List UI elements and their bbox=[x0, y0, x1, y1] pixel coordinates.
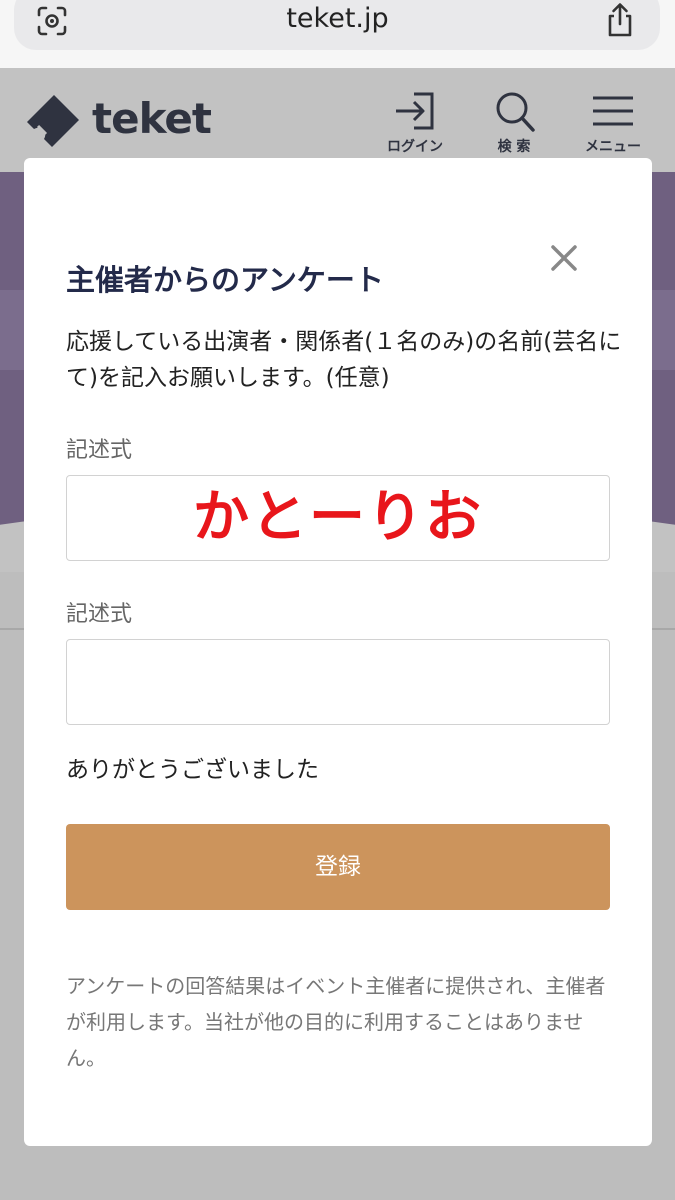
disclaimer-text: アンケートの回答結果はイベント主催者に提供され、主催者が利用します。当社が他の目… bbox=[66, 974, 606, 1070]
search-icon bbox=[496, 92, 535, 132]
brand-logo-text[interactable]: teket bbox=[92, 92, 212, 146]
survey-modal: 主催者からのアンケート 応援している出演者・関係者(１名のみ)の名前(芸名にて)… bbox=[24, 158, 652, 1146]
site-header: teket ログイン 検 索 メニュー bbox=[0, 68, 675, 172]
ticket-logo-icon[interactable] bbox=[24, 92, 82, 148]
modal-title: 主催者からのアンケート bbox=[66, 263, 384, 297]
login-icon bbox=[396, 92, 434, 130]
close-icon[interactable] bbox=[546, 240, 582, 276]
login-label: ログイン bbox=[387, 139, 443, 155]
login-button[interactable]: ログイン bbox=[380, 90, 450, 160]
field-label: 記述式 bbox=[66, 602, 133, 627]
answer-field-2[interactable] bbox=[66, 639, 610, 725]
url-text[interactable]: teket.jp bbox=[0, 0, 675, 40]
share-icon[interactable] bbox=[604, 2, 636, 38]
search-label: 検 索 bbox=[497, 139, 531, 155]
menu-icon bbox=[593, 96, 633, 126]
thanks-message: ありがとうございました bbox=[66, 757, 319, 783]
submit-button[interactable]: 登録 bbox=[66, 824, 610, 910]
menu-button[interactable]: メニュー bbox=[578, 90, 648, 160]
search-button[interactable]: 検 索 bbox=[482, 90, 546, 160]
field-label: 記述式 bbox=[66, 438, 133, 463]
browser-address-bar: teket.jp bbox=[0, 0, 675, 68]
menu-label: メニュー bbox=[585, 139, 641, 155]
name-overlay-text: かとーりお bbox=[193, 485, 483, 550]
survey-question: 応援している出演者・関係者(１名のみ)の名前(芸名にて)を記入お願いします。(任… bbox=[66, 329, 622, 391]
